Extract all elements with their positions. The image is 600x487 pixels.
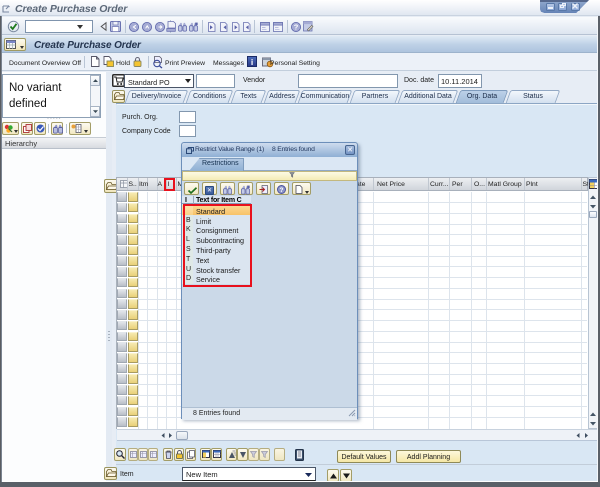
svg-text:?: ? bbox=[280, 187, 284, 194]
svg-text:?: ? bbox=[294, 22, 299, 31]
